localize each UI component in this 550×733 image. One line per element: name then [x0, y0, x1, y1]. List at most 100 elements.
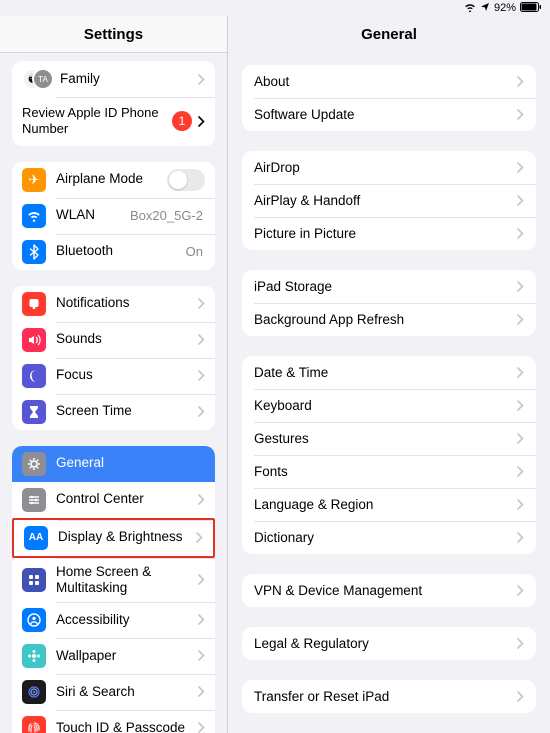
chevron-right-icon	[196, 532, 203, 543]
sidebar-title: Settings	[0, 16, 227, 53]
sidebar-item-label: Sounds	[56, 331, 198, 347]
detail-pane: General About Software Update AirDrop AirPl…	[228, 16, 550, 733]
sidebar-item-general[interactable]: General	[12, 446, 215, 482]
sidebar-item-controlcenter[interactable]: Control Center	[12, 482, 215, 518]
sidebar-item-display[interactable]: AADisplay & Brightness	[12, 518, 215, 558]
sidebar-item-bluetooth[interactable]: BluetoothOn	[12, 234, 215, 270]
chevron-right-icon	[198, 334, 205, 345]
sidebar-item-family[interactable]: ☯ TA Family	[12, 61, 215, 97]
detail-group: Legal & Regulatory	[242, 627, 536, 660]
sounds-icon	[22, 328, 46, 352]
sidebar-item-label: Wallpaper	[56, 648, 198, 664]
detail-row[interactable]: Date & Time	[242, 356, 536, 389]
sidebar-item-sounds[interactable]: Sounds	[12, 322, 215, 358]
detail-row[interactable]: Legal & Regulatory	[242, 627, 536, 660]
sidebar-item-label: Accessibility	[56, 612, 198, 628]
detail-row-label: Language & Region	[254, 497, 517, 512]
detail-row-label: Picture in Picture	[254, 226, 517, 241]
chevron-right-icon	[517, 691, 524, 702]
detail-title: General	[228, 16, 550, 53]
sidebar-item-notifications[interactable]: Notifications	[12, 286, 215, 322]
general-icon	[22, 452, 46, 476]
detail-row[interactable]: Language & Region	[242, 488, 536, 521]
sidebar-item-label: Focus	[56, 367, 198, 383]
network-card: ✈ Airplane Mode WLANBox20_5G-2BluetoothOn	[12, 162, 215, 270]
controlcenter-icon	[22, 488, 46, 512]
detail-group: About Software Update	[242, 65, 536, 131]
detail-row[interactable]: Software Update	[242, 98, 536, 131]
detail-row-label: AirDrop	[254, 160, 517, 175]
detail-row-label: Keyboard	[254, 398, 517, 413]
toggle-switch[interactable]	[167, 169, 205, 191]
screentime-icon	[22, 400, 46, 424]
detail-row[interactable]: Background App Refresh	[242, 303, 536, 336]
detail-row[interactable]: iPad Storage	[242, 270, 536, 303]
general-card: GeneralControl CenterAADisplay & Brightn…	[12, 446, 215, 733]
airplane-icon: ✈	[22, 168, 46, 192]
sidebar-item-wallpaper[interactable]: Wallpaper	[12, 638, 215, 674]
sidebar-item-label: Screen Time	[56, 403, 198, 419]
detail-group: Date & Time Keyboard Gestures Fonts Language…	[242, 356, 536, 554]
chevron-right-icon	[517, 400, 524, 411]
detail-row[interactable]: Fonts	[242, 455, 536, 488]
chevron-right-icon	[517, 281, 524, 292]
wallpaper-icon	[22, 644, 46, 668]
chevron-right-icon	[517, 638, 524, 649]
sidebar-item-homescreen[interactable]: Home Screen & Multitasking	[12, 558, 215, 602]
sidebar-item-siri[interactable]: Siri & Search	[12, 674, 215, 710]
detail-row[interactable]: Transfer or Reset iPad	[242, 680, 536, 713]
chevron-right-icon	[198, 722, 205, 733]
chevron-right-icon	[517, 195, 524, 206]
detail-row-label: Fonts	[254, 464, 517, 479]
chevron-right-icon	[517, 585, 524, 596]
detail-row[interactable]: Gestures	[242, 422, 536, 455]
detail-row[interactable]: AirDrop	[242, 151, 536, 184]
detail-row[interactable]: AirPlay & Handoff	[242, 184, 536, 217]
notification-badge: 1	[172, 111, 192, 131]
notifications-icon	[22, 292, 46, 316]
chevron-right-icon	[517, 76, 524, 87]
location-icon	[480, 2, 490, 15]
sidebar-item-value: On	[186, 244, 203, 259]
detail-group: VPN & Device Management	[242, 574, 536, 607]
sidebar-item-label: Touch ID & Passcode	[56, 720, 198, 733]
detail-row[interactable]: Picture in Picture	[242, 217, 536, 250]
detail-row[interactable]: VPN & Device Management	[242, 574, 536, 607]
status-bar: 92%	[0, 0, 550, 16]
detail-group: Transfer or Reset iPad	[242, 680, 536, 713]
detail-row-label: About	[254, 74, 517, 89]
sidebar-item-label: Home Screen & Multitasking	[56, 564, 198, 596]
detail-row-label: Dictionary	[254, 530, 517, 545]
homescreen-icon	[22, 568, 46, 592]
sidebar-item-screentime[interactable]: Screen Time	[12, 394, 215, 430]
family-icon: ☯ TA	[22, 67, 52, 91]
sidebar-item-label: Family	[60, 71, 198, 87]
detail-row[interactable]: Keyboard	[242, 389, 536, 422]
detail-group: iPad StorageBackground App Refresh	[242, 270, 536, 336]
sidebar-item-review-apple-id[interactable]: Review Apple ID Phone Number 1	[12, 97, 215, 146]
detail-row-label: AirPlay & Handoff	[254, 193, 517, 208]
chevron-right-icon	[198, 406, 205, 417]
chevron-right-icon	[198, 686, 205, 697]
sidebar-item-label: Review Apple ID Phone Number	[22, 105, 172, 138]
detail-row-label: Software Update	[254, 107, 517, 122]
detail-scroll[interactable]: About Software Update AirDrop AirPlay & Han…	[228, 53, 550, 733]
chevron-right-icon	[517, 109, 524, 120]
sidebar-item-touchid[interactable]: Touch ID & Passcode	[12, 710, 215, 733]
sidebar-item-label: Airplane Mode	[56, 171, 167, 187]
wlan-icon	[22, 204, 46, 228]
detail-row-label: Date & Time	[254, 365, 517, 380]
chevron-right-icon	[198, 370, 205, 381]
sidebar-item-accessibility[interactable]: Accessibility	[12, 602, 215, 638]
detail-row[interactable]: Dictionary	[242, 521, 536, 554]
chevron-right-icon	[517, 314, 524, 325]
alerts-card: Notifications Sounds Focus Screen Time	[12, 286, 215, 430]
sidebar-scroll[interactable]: ☯ TA Family Review Apple ID Phone Number…	[0, 53, 227, 733]
chevron-right-icon	[517, 228, 524, 239]
sidebar-item-airplane[interactable]: ✈ Airplane Mode	[12, 162, 215, 198]
sidebar-item-focus[interactable]: Focus	[12, 358, 215, 394]
sidebar-item-wlan[interactable]: WLANBox20_5G-2	[12, 198, 215, 234]
chevron-right-icon	[198, 74, 205, 85]
detail-row[interactable]: About	[242, 65, 536, 98]
chevron-right-icon	[517, 162, 524, 173]
